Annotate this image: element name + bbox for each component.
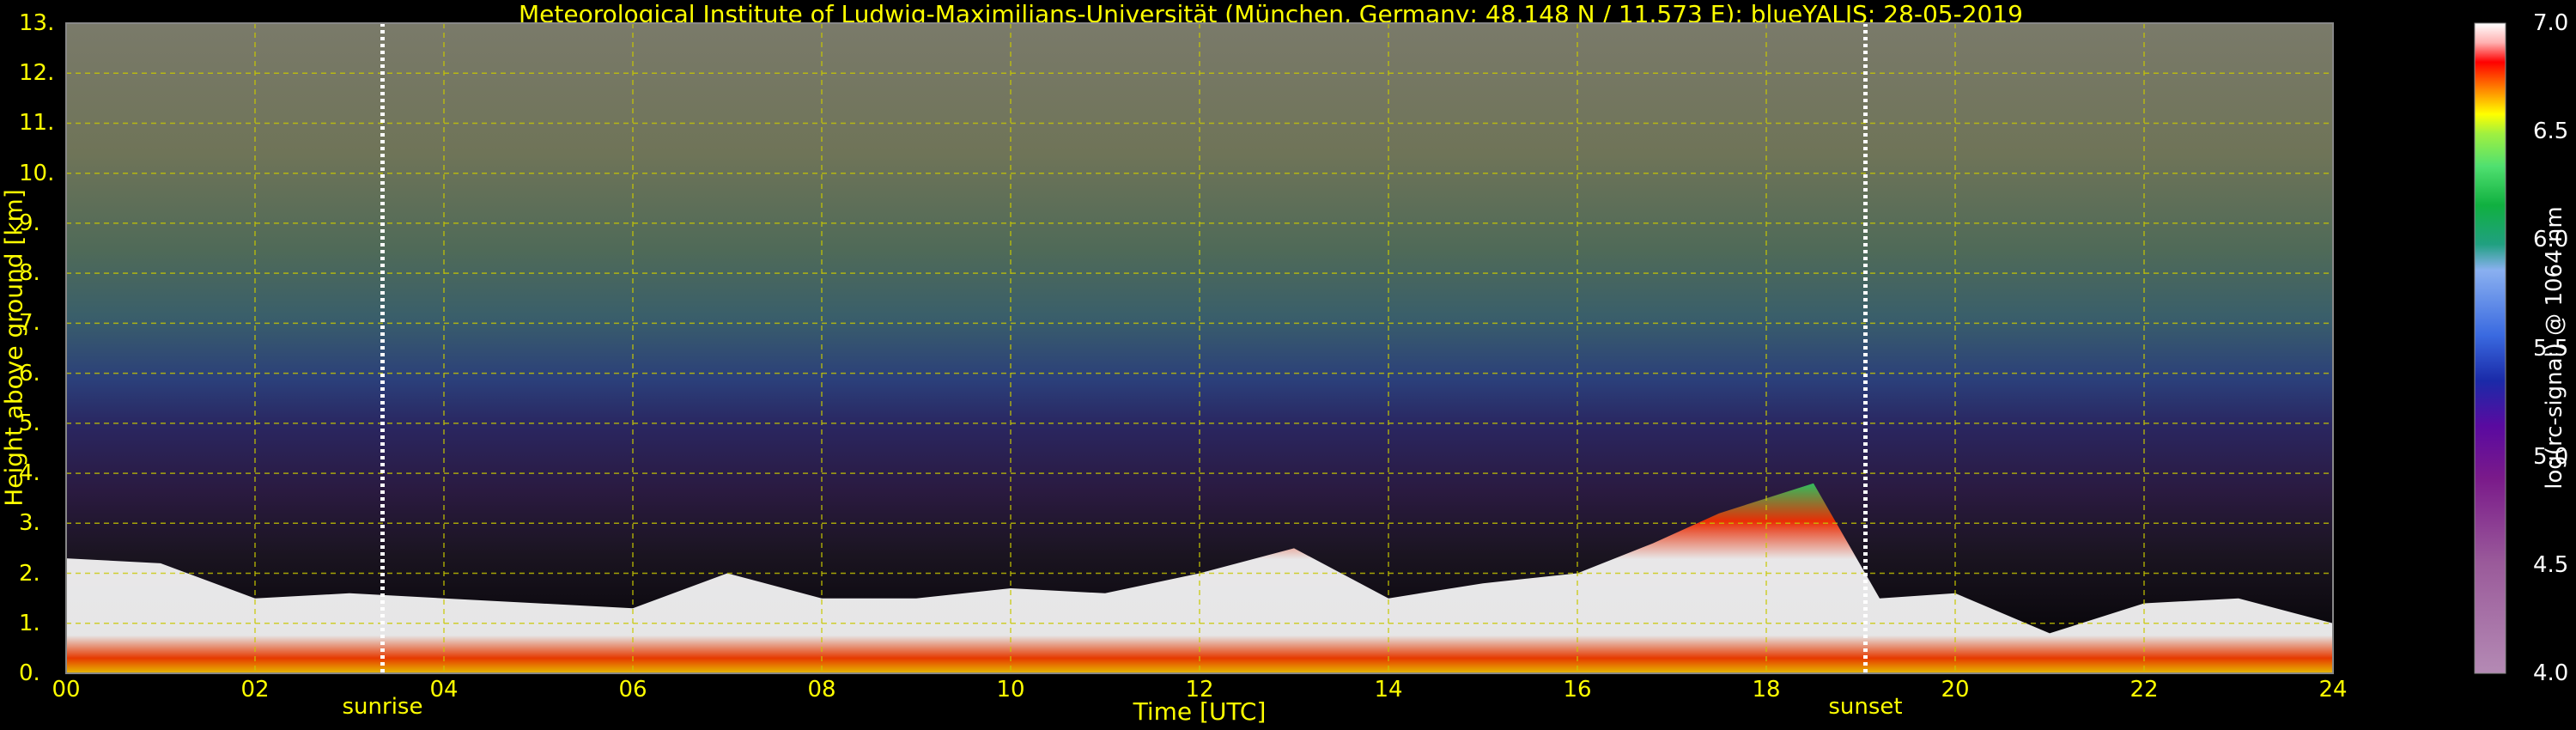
colorbar-tick-label: 4.5: [2533, 551, 2569, 578]
colorbar: [2474, 22, 2506, 674]
y-tick-label: 7.: [19, 310, 40, 337]
x-tick-label: 06: [618, 677, 647, 703]
colorbar-tick-label: 5.0: [2533, 443, 2569, 470]
x-tick-label: 04: [429, 677, 459, 703]
x-tick-label: 00: [52, 677, 81, 703]
x-tick-label: 16: [1563, 677, 1592, 703]
y-tick-label: 1.: [19, 610, 40, 636]
colorbar-tick-label: 5.5: [2533, 335, 2569, 362]
y-tick-label: 8.: [19, 260, 40, 287]
y-tick-label: 13.: [19, 10, 55, 36]
plot-area: [65, 22, 2506, 674]
colorbar-tick-label: 6.0: [2533, 227, 2569, 253]
boundary-layer-signal: [66, 483, 2333, 673]
lidar-quicklook: Meteorological Institute of Ludwig-Maxim…: [0, 0, 2576, 730]
y-tick-label: 4.: [19, 460, 40, 487]
x-tick-label: 18: [1752, 677, 1781, 703]
y-tick-label: 9.: [19, 210, 40, 236]
colorbar-tick-label: 4.0: [2533, 660, 2569, 686]
colorbar-tick-label: 6.5: [2533, 119, 2569, 145]
sunset-label: sunset: [1828, 694, 1903, 720]
x-tick-label: 08: [807, 677, 836, 703]
y-tick-label: 6.: [19, 360, 40, 386]
grid-layer: [65, 22, 2334, 674]
y-axis-label: Height above ground [km]: [0, 189, 28, 507]
y-tick-label: 5.: [19, 410, 40, 436]
y-tick-label: 2.: [19, 560, 40, 587]
sunrise-label: sunrise: [342, 694, 423, 720]
x-tick-label: 10: [996, 677, 1025, 703]
x-tick-label: 22: [2129, 677, 2159, 703]
y-tick-label: 3.: [19, 510, 40, 537]
y-tick-label: 11.: [19, 110, 55, 137]
x-tick-label: 02: [240, 677, 270, 703]
x-tick-label: 14: [1374, 677, 1403, 703]
colorbar-tick-label: 7.0: [2533, 10, 2569, 36]
x-tick-label: 24: [2318, 677, 2348, 703]
y-tick-label: 12.: [19, 60, 55, 87]
x-tick-label: 12: [1185, 677, 1214, 703]
y-tick-label: 0.: [19, 660, 40, 686]
signal-layer: [66, 483, 2333, 673]
y-tick-label: 10.: [19, 160, 55, 186]
x-tick-label: 20: [1941, 677, 1970, 703]
